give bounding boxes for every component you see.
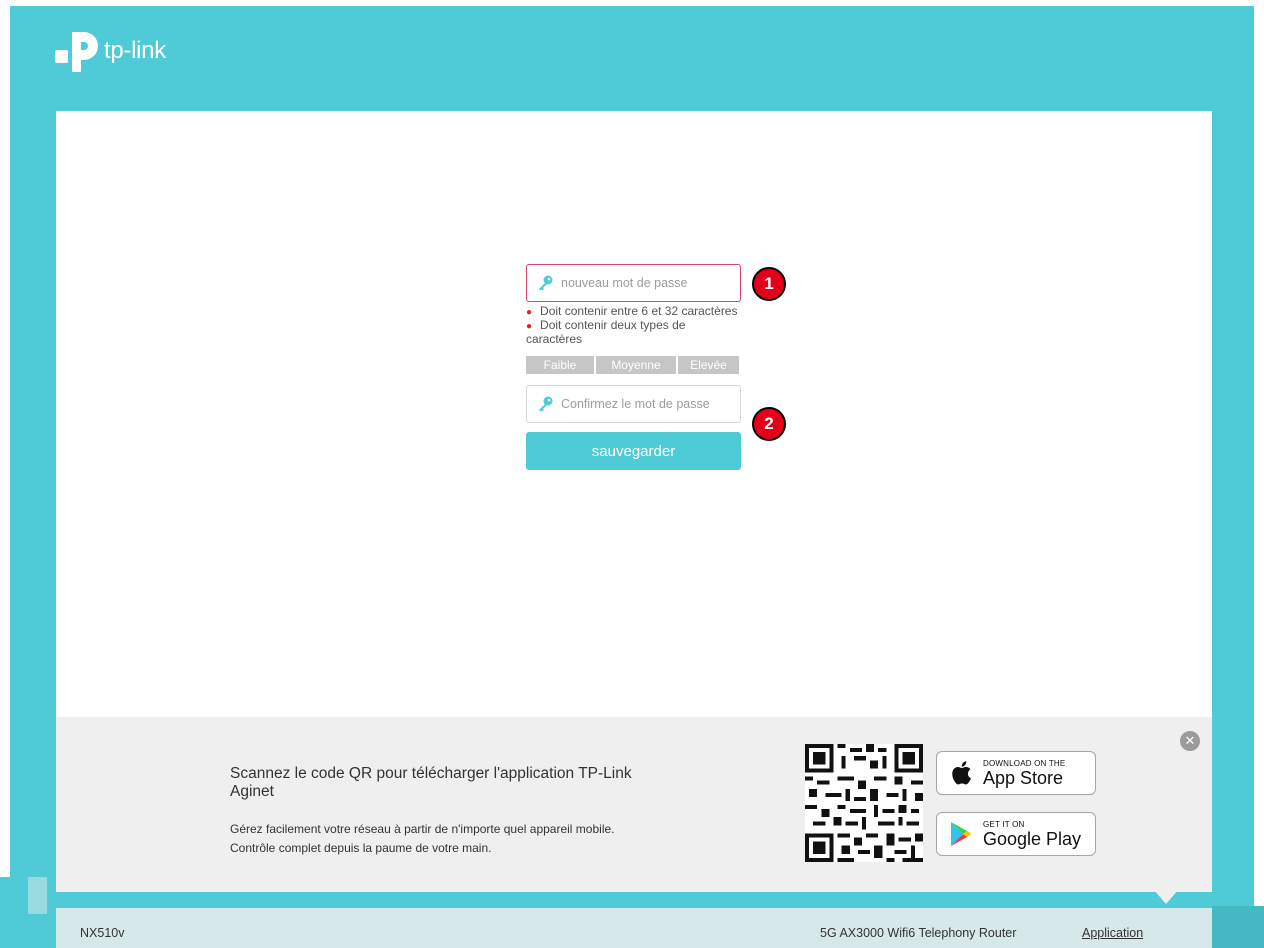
password-form: ● Doit contenir entre 6 et 32 caractères … [526, 264, 741, 470]
google-play-icon [948, 820, 974, 848]
rule-types: ● Doit contenir deux types de caractères [526, 319, 741, 345]
footer: NX510v 5G AX3000 Wifi6 Telephony Router … [56, 908, 1212, 948]
annotation-badge-1: 1 [752, 267, 786, 301]
save-button[interactable]: sauvegarder [526, 432, 741, 470]
rule-types-text: Doit contenir deux types de caractères [526, 318, 686, 346]
app-store-button[interactable]: DOWNLOAD ON THE App Store [936, 751, 1096, 795]
decorative-block-right [1212, 906, 1264, 948]
promo-pointer [1154, 890, 1178, 904]
tp-link-logo-mark [55, 32, 98, 72]
app-store-small-text: DOWNLOAD ON THE [983, 758, 1066, 768]
confirm-password-input[interactable] [561, 397, 740, 411]
rule-length-text: Doit contenir entre 6 et 32 caractères [540, 304, 738, 318]
tp-link-logo: tp-link [54, 30, 166, 72]
key-icon [536, 274, 554, 292]
strength-medium: Moyenne [596, 356, 676, 374]
google-play-small-text: GET IT ON [983, 819, 1025, 829]
qr-code [805, 744, 923, 862]
app-store-label: App Store [983, 767, 1064, 788]
error-bullet: ● [526, 307, 533, 318]
google-play-button[interactable]: GET IT ON Google Play [936, 812, 1096, 856]
logo-text: tp-link [104, 37, 166, 64]
annotation-badge-2: 2 [752, 407, 786, 441]
strength-weak: Faible [526, 356, 594, 374]
password-rules: ● Doit contenir entre 6 et 32 caractères … [526, 305, 741, 345]
google-play-label: Google Play [983, 828, 1082, 849]
main-content: ● Doit contenir entre 6 et 32 caractères … [56, 111, 1212, 717]
new-password-field[interactable] [526, 264, 741, 302]
rule-length: ● Doit contenir entre 6 et 32 caractères [526, 305, 741, 319]
error-bullet: ● [526, 321, 533, 332]
app-promo-panel: Scannez le code QR pour télécharger l'ap… [56, 717, 1212, 904]
strength-high: Elevée [678, 356, 739, 374]
key-icon [536, 395, 554, 413]
strength-meter: Faible Moyenne Elevée [526, 356, 739, 374]
model-name: NX510v [80, 926, 125, 940]
promo-description: Gérez facilement votre réseau à partir d… [230, 822, 615, 855]
decorative-block-left [0, 877, 47, 948]
close-icon[interactable]: ✕ [1180, 731, 1200, 751]
promo-title: Scannez le code QR pour télécharger l'ap… [230, 765, 632, 800]
application-link[interactable]: Application [1082, 926, 1143, 940]
confirm-password-field[interactable] [526, 385, 741, 423]
new-password-input[interactable] [561, 276, 740, 290]
router-description: 5G AX3000 Wifi6 Telephony Router [820, 926, 1017, 940]
apple-icon [948, 759, 974, 787]
